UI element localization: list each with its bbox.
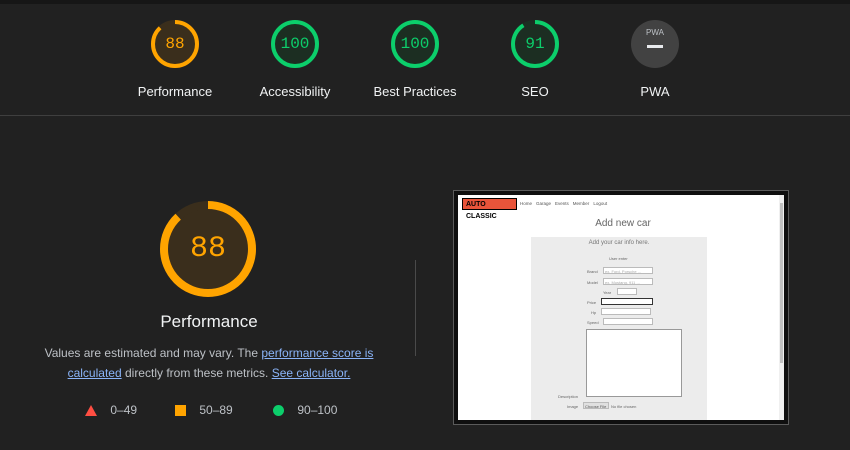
gauge-seo[interactable]: 91 SEO xyxy=(475,20,595,99)
screenshot-user-label: User enter xyxy=(609,256,628,261)
category-gauges: 88 Performance 100 Accessibility 100 Bes… xyxy=(0,20,850,100)
legend-fail: 0–49 xyxy=(85,403,137,417)
screenshot-nav-item: Garage xyxy=(536,201,552,206)
screenshot-nav: Home Garage Events Member Logout xyxy=(520,201,611,206)
screenshot-field-input xyxy=(601,298,653,305)
legend-fail-range: 0–49 xyxy=(110,403,138,417)
screenshot-field-input: ex. Mustang, 911 ... xyxy=(603,278,653,285)
screenshot-scrollbar xyxy=(779,195,784,420)
legend-pass: 90–100 xyxy=(273,403,337,417)
vertical-divider xyxy=(415,260,416,356)
performance-description: Values are estimated and may vary. The p… xyxy=(30,343,388,383)
screenshot-file-button: Choose File xyxy=(583,402,609,409)
screenshot-nav-item: Home xyxy=(520,201,533,206)
gauge-performance[interactable]: 88 Performance xyxy=(115,20,235,99)
screenshot-nav-item: Member xyxy=(572,201,590,206)
gauge-best-practices-score: 100 xyxy=(400,35,430,53)
screenshot-field-input xyxy=(603,318,653,325)
screenshot-nav-item: Events xyxy=(555,201,569,206)
screenshot-field-label: Speed xyxy=(587,320,599,325)
gauge-performance-score: 88 xyxy=(165,35,185,53)
legend-pass-range: 90–100 xyxy=(297,403,338,417)
gauge-seo-label: SEO xyxy=(521,84,549,99)
gauge-pwa-label: PWA xyxy=(640,84,670,99)
screenshot-field-label: Year xyxy=(603,290,612,295)
gauge-accessibility[interactable]: 100 Accessibility xyxy=(235,20,355,99)
circle-icon xyxy=(273,405,284,417)
gauge-performance-label: Performance xyxy=(137,84,213,99)
performance-score: 88 xyxy=(189,232,226,266)
screenshot-field-label: Model xyxy=(587,280,598,285)
screenshot-field-input: ex. Ford, Porsche ... xyxy=(603,267,653,274)
screenshot-image-label: Image xyxy=(567,404,579,409)
screenshot-description-label: Description xyxy=(558,394,579,399)
desc-text-2: directly from these metrics. xyxy=(121,366,272,380)
screenshot-file-status: No file chosen xyxy=(611,404,637,409)
final-screenshot[interactable]: AUTO CLASSIC Home Garage Events Member Logou… xyxy=(453,190,789,425)
square-icon xyxy=(175,405,186,417)
see-calculator-link[interactable]: See calculator. xyxy=(272,366,351,380)
gauge-best-practices-label: Best Practices xyxy=(373,84,457,99)
gauge-accessibility-label: Accessibility xyxy=(259,84,331,99)
pwa-badge-text: PWA xyxy=(646,28,664,37)
screenshot-card-title: Add your car info here. xyxy=(588,240,650,246)
gauge-best-practices[interactable]: 100 Best Practices xyxy=(355,20,475,99)
screenshot-form-card: Add your car info here. User enter Brand… xyxy=(531,237,707,420)
screenshot-heading: Add new car xyxy=(595,218,651,229)
gauge-pwa[interactable]: PWA PWA xyxy=(595,20,715,99)
legend-average-range: 50–89 xyxy=(199,403,233,417)
header-separator xyxy=(0,115,850,116)
desc-text-1: Values are estimated and may vary. The xyxy=(44,346,262,360)
legend-average: 50–89 xyxy=(175,403,233,417)
triangle-icon xyxy=(85,405,97,417)
screenshot-field-input xyxy=(601,308,651,315)
screenshot-field-label: Brand xyxy=(587,269,598,274)
gauge-seo-score: 91 xyxy=(525,35,545,53)
screenshot-scrollbar-thumb xyxy=(780,203,783,363)
screenshot-page: AUTO CLASSIC Home Garage Events Member Logou… xyxy=(458,195,784,420)
gauge-accessibility-score: 100 xyxy=(280,35,310,53)
screenshot-field-input xyxy=(617,288,637,295)
screenshot-nav-item: Logout xyxy=(593,201,608,206)
screenshot-field-label: Hp xyxy=(591,310,597,315)
screenshot-description-textarea xyxy=(586,329,682,397)
top-border xyxy=(0,0,850,4)
performance-title: Performance xyxy=(160,312,258,331)
screenshot-field-label: Price xyxy=(587,300,597,305)
auto-classic-logo: AUTO CLASSIC xyxy=(462,198,517,220)
